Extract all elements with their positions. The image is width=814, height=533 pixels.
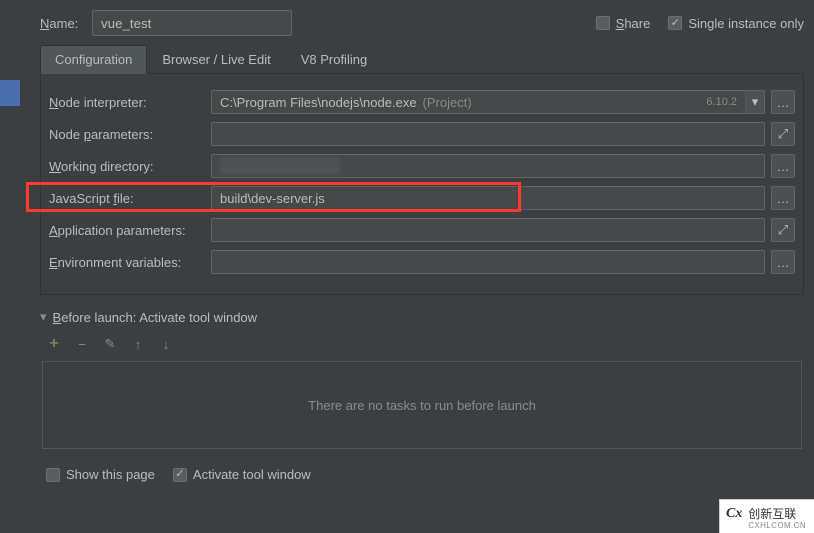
down-icon[interactable]: ↓ — [158, 337, 174, 352]
checkbox-icon — [668, 16, 682, 30]
node-interpreter-version: 6.10.2 — [698, 90, 745, 114]
expand-button[interactable]: ⤢ — [771, 218, 795, 242]
row-node-interpreter: Node interpreter: C:\Program Files\nodej… — [49, 88, 795, 116]
share-checkbox[interactable]: Share — [596, 16, 651, 31]
tab-v8[interactable]: V8 Profiling — [286, 45, 382, 74]
ellipsis-icon: … — [777, 159, 790, 174]
browse-button[interactable]: … — [771, 186, 795, 210]
node-interpreter-label: Node interpreter: — [49, 95, 211, 110]
browse-button[interactable]: … — [771, 154, 795, 178]
activate-tool-window-checkbox[interactable]: Activate tool window — [173, 467, 311, 482]
add-icon[interactable]: + — [46, 335, 62, 353]
edit-icon[interactable]: ✎ — [102, 336, 118, 352]
tabs: Configuration Browser / Live Edit V8 Pro… — [40, 44, 804, 74]
show-this-page-checkbox[interactable]: Show this page — [46, 467, 155, 482]
before-launch-tasks: There are no tasks to run before launch — [42, 361, 802, 449]
row-application-parameters: Application parameters: ⤢ — [49, 216, 795, 244]
checkbox-icon — [596, 16, 610, 30]
working-directory-label: Working directory: — [49, 159, 211, 174]
before-launch-toolbar: + − ✎ ↑ ↓ — [40, 333, 804, 361]
remove-icon[interactable]: − — [74, 337, 90, 352]
configuration-panel: Node interpreter: C:\Program Files\nodej… — [40, 74, 804, 295]
watermark-logo-icon: Cx — [724, 504, 744, 524]
ellipsis-icon: … — [777, 95, 790, 110]
ellipsis-icon: … — [777, 191, 790, 206]
browse-button[interactable]: … — [771, 90, 795, 114]
single-instance-checkbox[interactable]: Single instance only — [668, 16, 804, 31]
name-input[interactable] — [92, 10, 292, 36]
row-node-parameters: Node parameters: ⤢ — [49, 120, 795, 148]
before-launch-title: Before launch: Activate tool window — [53, 310, 258, 325]
collapse-icon[interactable]: ▾ — [40, 309, 47, 325]
application-parameters-input[interactable] — [211, 218, 765, 242]
expand-icon: ⤢ — [778, 222, 788, 238]
checkbox-icon — [46, 468, 60, 482]
javascript-file-input[interactable]: build\dev-server.js — [211, 186, 765, 210]
environment-variables-input[interactable] — [211, 250, 765, 274]
node-parameters-label: Node parameters: — [49, 127, 211, 142]
node-interpreter-dropdown[interactable]: ▾ — [745, 90, 765, 114]
gutter-selection — [0, 80, 20, 106]
row-environment-variables: Environment variables: … — [49, 248, 795, 276]
watermark: Cx 创新互联 CXHLCOM.CN — [719, 499, 814, 533]
redacted-text — [220, 158, 340, 174]
expand-button[interactable]: ⤢ — [771, 122, 795, 146]
expand-icon: ⤢ — [778, 126, 788, 142]
ellipsis-icon: … — [777, 255, 790, 270]
up-icon[interactable]: ↑ — [130, 337, 146, 352]
checkbox-icon — [173, 468, 187, 482]
browse-button[interactable]: … — [771, 250, 795, 274]
left-gutter — [0, 0, 20, 533]
environment-variables-label: Environment variables: — [49, 255, 211, 270]
javascript-file-label: JavaScript file: — [49, 191, 211, 206]
tab-browser[interactable]: Browser / Live Edit — [147, 45, 285, 74]
tab-configuration[interactable]: Configuration — [40, 45, 147, 74]
empty-tasks-text: There are no tasks to run before launch — [308, 398, 536, 413]
application-parameters-label: Application parameters: — [49, 223, 211, 238]
node-interpreter-input[interactable]: C:\Program Files\nodejs\node.exe (Projec… — [211, 90, 698, 114]
row-javascript-file: JavaScript file: build\dev-server.js … — [49, 184, 795, 212]
chevron-down-icon: ▾ — [752, 94, 759, 110]
before-launch-section: ▾ Before launch: Activate tool window + … — [40, 309, 804, 482]
node-parameters-input[interactable] — [211, 122, 765, 146]
name-label: Name: — [40, 16, 92, 31]
row-working-directory: Working directory: … — [49, 152, 795, 180]
working-directory-input[interactable] — [211, 154, 765, 178]
